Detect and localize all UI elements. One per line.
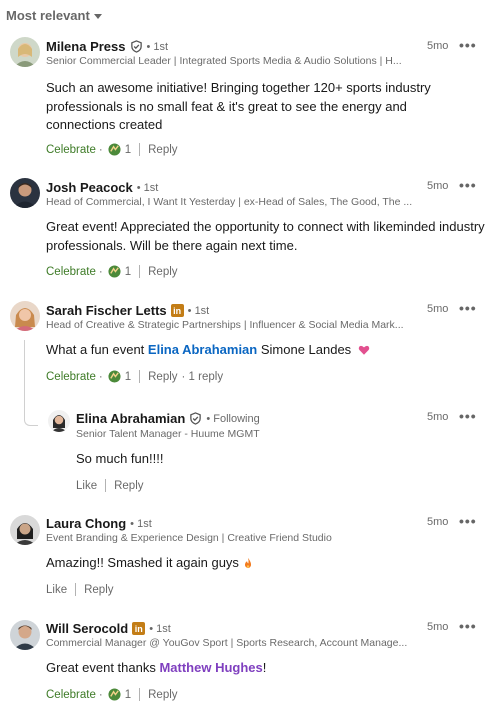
connection-degree: • 1st bbox=[136, 181, 159, 194]
reply-button[interactable]: Reply bbox=[148, 144, 177, 156]
separator-dot: · bbox=[98, 265, 103, 278]
reaction-count[interactable]: 1 bbox=[125, 371, 131, 383]
commenter-headline: Senior Commercial Leader | Integrated Sp… bbox=[46, 55, 402, 67]
like-button[interactable]: Like bbox=[46, 584, 67, 596]
avatar[interactable] bbox=[10, 178, 40, 208]
comment-text: Amazing!! Smashed it again guys bbox=[46, 554, 476, 573]
comment-text: What a fun event Elina Abrahamian Simone… bbox=[46, 341, 476, 360]
connection-degree: • 1st bbox=[146, 40, 169, 53]
commenter-headline: Event Branding & Experience Design | Cre… bbox=[46, 532, 332, 544]
reply-button[interactable]: Reply bbox=[114, 480, 143, 492]
sort-label: Most relevant bbox=[6, 8, 90, 23]
more-options-icon[interactable]: ••• bbox=[459, 177, 477, 193]
linkedin-premium-icon: in bbox=[132, 622, 146, 635]
separator-dot: · bbox=[98, 370, 103, 383]
separator-dot: · bbox=[98, 688, 103, 701]
reply-button[interactable]: Reply bbox=[84, 584, 113, 596]
comment-text: Great event! Appreciated the opportunity… bbox=[46, 219, 485, 253]
timestamp: 5mo bbox=[427, 180, 449, 192]
timestamp: 5mo bbox=[427, 411, 449, 423]
connection-degree: • 1st bbox=[149, 622, 171, 635]
comment-text: So much fun!!!! bbox=[76, 451, 164, 466]
celebrate-button[interactable]: Celebrate bbox=[46, 371, 96, 383]
timestamp: 5mo bbox=[427, 40, 449, 52]
mention-link[interactable]: Elina Abrahamian bbox=[148, 342, 257, 357]
celebrate-button[interactable]: Celebrate bbox=[46, 266, 96, 278]
heart-emoji-icon bbox=[358, 345, 370, 355]
divider bbox=[105, 479, 107, 492]
comment-text-part: ! bbox=[262, 660, 267, 675]
reply-button[interactable]: Reply bbox=[148, 371, 177, 383]
linkedin-premium-icon: in bbox=[170, 304, 184, 317]
connection-degree: • Following bbox=[206, 412, 260, 425]
commenter-name[interactable]: Josh Peacock bbox=[46, 180, 133, 195]
reply-button[interactable]: Reply bbox=[148, 689, 177, 701]
connection-degree: • 1st bbox=[130, 517, 152, 530]
celebrate-reaction-icon bbox=[108, 265, 121, 278]
commenter-headline: Senior Talent Manager - Huume MGMT bbox=[76, 428, 260, 440]
comment-text: Great event thanks Matthew Hughes! bbox=[46, 659, 476, 678]
like-button[interactable]: Like bbox=[76, 480, 97, 492]
commenter-name[interactable]: Laura Chong bbox=[46, 516, 126, 531]
timestamp: 5mo bbox=[427, 303, 449, 315]
celebrate-button[interactable]: Celebrate bbox=[46, 689, 96, 701]
more-options-icon[interactable]: ••• bbox=[459, 37, 477, 53]
commenter-name[interactable]: Sarah Fischer Letts bbox=[46, 303, 167, 318]
sort-dropdown[interactable]: Most relevant bbox=[6, 8, 102, 23]
celebrate-reaction-icon bbox=[108, 143, 121, 156]
avatar[interactable] bbox=[10, 37, 40, 67]
verified-icon bbox=[190, 412, 202, 425]
connection-degree: • 1st bbox=[187, 304, 210, 317]
comment-text-part: Amazing!! Smashed it again guys bbox=[46, 555, 239, 570]
comment-text: Such an awesome initiative! Bringing tog… bbox=[46, 80, 431, 132]
commenter-headline: Head of Commercial, I Want It Yesterday … bbox=[46, 196, 413, 208]
reaction-count[interactable]: 1 bbox=[125, 689, 131, 701]
more-options-icon[interactable]: ••• bbox=[459, 300, 477, 316]
caret-down-icon bbox=[93, 13, 102, 19]
celebrate-button[interactable]: Celebrate bbox=[46, 144, 96, 156]
commenter-headline: Head of Creative & Strategic Partnership… bbox=[46, 319, 404, 331]
comment-text-part: What a fun event bbox=[46, 342, 148, 357]
celebrate-reaction-icon bbox=[108, 370, 121, 383]
divider bbox=[139, 370, 141, 383]
verified-icon bbox=[130, 40, 142, 53]
mention-link[interactable]: Matthew Hughes bbox=[159, 660, 262, 675]
reaction-count[interactable]: 1 bbox=[125, 144, 131, 156]
comment-text-part: Simone Landes bbox=[257, 342, 355, 357]
avatar[interactable] bbox=[48, 410, 70, 432]
commenter-name[interactable]: Milena Press bbox=[46, 39, 126, 54]
celebrate-reaction-icon bbox=[108, 688, 121, 701]
more-options-icon[interactable]: ••• bbox=[459, 408, 477, 424]
timestamp: 5mo bbox=[427, 621, 449, 633]
more-options-icon[interactable]: ••• bbox=[459, 513, 477, 529]
divider bbox=[75, 583, 77, 596]
thread-connector bbox=[24, 340, 38, 426]
divider bbox=[139, 265, 141, 278]
commenter-name[interactable]: Elina Abrahamian bbox=[76, 411, 185, 426]
commenter-name[interactable]: Will Serocold bbox=[46, 621, 128, 636]
avatar[interactable] bbox=[10, 515, 40, 545]
reaction-count[interactable]: 1 bbox=[125, 266, 131, 278]
divider bbox=[139, 688, 141, 701]
separator-dot: · bbox=[98, 143, 103, 156]
more-options-icon[interactable]: ••• bbox=[459, 618, 477, 634]
timestamp: 5mo bbox=[427, 516, 449, 528]
avatar[interactable] bbox=[10, 620, 40, 650]
fire-emoji-icon bbox=[244, 557, 251, 569]
commenter-headline: Commercial Manager @ YouGov Sport | Spor… bbox=[46, 637, 408, 649]
reply-count[interactable]: · 1 reply bbox=[182, 371, 224, 383]
avatar[interactable] bbox=[10, 301, 40, 331]
reply-button[interactable]: Reply bbox=[148, 266, 177, 278]
divider bbox=[139, 143, 141, 156]
comment-text-part: Great event thanks bbox=[46, 660, 160, 675]
